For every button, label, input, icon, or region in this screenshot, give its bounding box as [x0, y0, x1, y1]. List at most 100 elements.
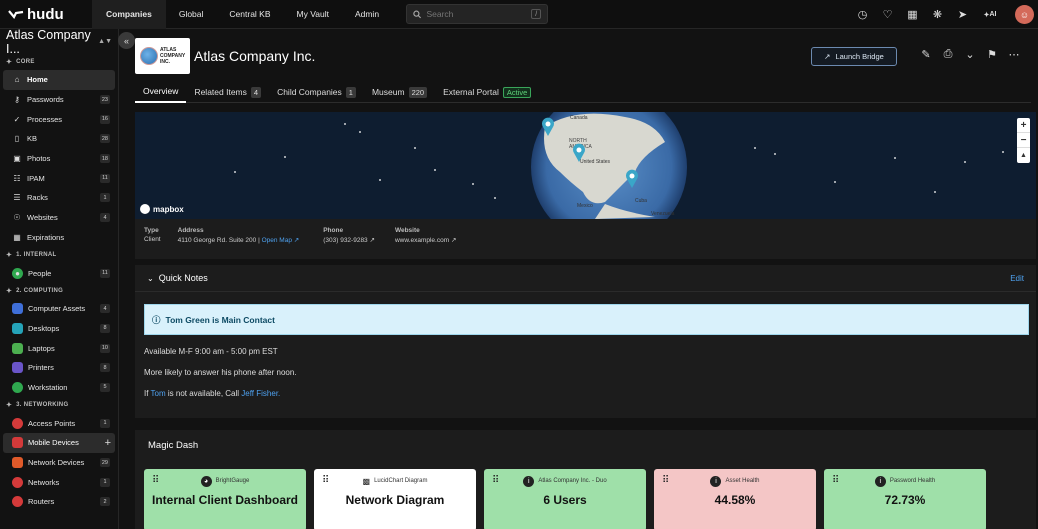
puzzle-icon[interactable]: ❋: [925, 0, 950, 29]
tab-child-companies[interactable]: Child Companies 1: [269, 81, 364, 103]
sidebar-item-printers[interactable]: Printers 8: [3, 358, 115, 378]
sidebar-item-passwords[interactable]: ⚷ Passwords 23: [3, 90, 115, 110]
chevron-down-icon[interactable]: ⌄: [959, 48, 981, 61]
add-icon[interactable]: +: [105, 437, 111, 449]
map-pin-icon[interactable]: [625, 169, 639, 189]
website-link[interactable]: www.example.com ↗: [395, 236, 456, 244]
compass-button[interactable]: ▲: [1017, 148, 1030, 163]
note-text: If: [144, 389, 149, 398]
drag-handle-icon[interactable]: ⠿: [832, 475, 839, 486]
nav-central-kb[interactable]: Central KB: [216, 0, 283, 29]
flag-icon[interactable]: ⚑: [981, 48, 1003, 61]
sidebar-item-label: People: [28, 268, 52, 278]
heart-icon[interactable]: ♡: [875, 0, 900, 29]
drag-handle-icon[interactable]: ⠿: [322, 475, 329, 486]
hudu-logo[interactable]: hudu: [0, 6, 92, 23]
count-badge: 1: [100, 477, 110, 487]
map-label-cuba: Cuba: [635, 198, 647, 204]
search-box[interactable]: /: [406, 4, 548, 24]
dash-card-brightgauge[interactable]: ⠿ ◕ BrightGauge Internal Client Dashboard: [144, 469, 306, 529]
map-pin-icon[interactable]: [572, 143, 586, 163]
chevron-updown-icon: ▲▼: [98, 38, 112, 45]
dash-card-password-health[interactable]: ⠿ i Password Health 72.73%: [824, 469, 986, 529]
sidebar-item-mobile-devices[interactable]: Mobile Devices +: [3, 433, 115, 453]
section-internal: ✦ 1. INTERNAL: [0, 247, 118, 263]
info-icon: i: [874, 475, 886, 487]
company-map[interactable]: Canada NORTH AMERICA United States Mexic…: [135, 112, 1036, 219]
globe-icon: [140, 47, 158, 65]
count-badge: 1: [100, 418, 110, 428]
nav-admin[interactable]: Admin: [342, 0, 392, 29]
user-avatar[interactable]: ☺: [1015, 5, 1034, 24]
collapse-sidebar-button[interactable]: «: [118, 32, 135, 49]
company-switcher-label: Atlas Company I...: [6, 27, 91, 56]
map-pin-icon[interactable]: [541, 117, 555, 137]
sidebar-item-routers[interactable]: Routers 2: [3, 492, 115, 512]
magic-dash-title: Magic Dash: [148, 439, 199, 451]
more-icon[interactable]: ⋯: [1003, 48, 1025, 61]
ai-button[interactable]: ✦ AI: [975, 0, 1005, 29]
dash-card-title: Asset Health: [725, 478, 760, 484]
sidebar-item-expirations[interactable]: ▦ Expirations: [3, 228, 115, 248]
mapbox-label: mapbox: [153, 204, 184, 214]
clock-icon[interactable]: ◷: [850, 0, 875, 29]
tab-related-items[interactable]: Related Items 4: [186, 81, 269, 103]
sidebar-item-websites[interactable]: ☉ Websites 4: [3, 208, 115, 228]
mapbox-attribution[interactable]: mapbox: [140, 204, 184, 214]
sidebar-item-kb[interactable]: ▯ KB 28: [3, 129, 115, 149]
contact-link-jeff[interactable]: Jeff Fisher.: [241, 389, 280, 398]
print-icon[interactable]: ⎙: [937, 48, 959, 61]
nav-companies[interactable]: Companies: [92, 0, 166, 29]
sidebar-item-label: KB: [27, 134, 38, 144]
sidebar-item-photos[interactable]: ▣ Photos 18: [3, 149, 115, 169]
dash-card-value: 44.58%: [714, 493, 756, 507]
open-map-link[interactable]: Open Map ↗: [262, 237, 300, 244]
launch-bridge-button[interactable]: ↗ Launch Bridge: [811, 47, 897, 66]
sidebar-item-networks[interactable]: Networks 1: [3, 472, 115, 492]
dash-card-duo[interactable]: ⠿ i Atlas Company Inc. - Duo 6 Users: [484, 469, 646, 529]
contact-link-tom[interactable]: Tom: [151, 389, 166, 398]
nav-global[interactable]: Global: [166, 0, 217, 29]
send-icon[interactable]: ➤: [950, 0, 975, 29]
sidebar-item-computer-assets[interactable]: Computer Assets 4: [3, 299, 115, 319]
sidebar-item-home[interactable]: ⌂ Home: [3, 70, 115, 90]
tab-external-portal[interactable]: External Portal Active: [435, 81, 539, 103]
sidebar-item-access-points[interactable]: Access Points 1: [3, 413, 115, 433]
hudu-logo-icon: [8, 10, 24, 19]
search-input[interactable]: [426, 9, 527, 19]
tab-overview[interactable]: Overview: [135, 81, 187, 103]
sidebar-item-network-devices[interactable]: Network Devices 29: [3, 453, 115, 473]
ai-label: AI: [989, 11, 997, 18]
dash-card-asset-health[interactable]: ⠿ i Asset Health 44.58%: [654, 469, 816, 529]
count-badge: 18: [99, 154, 110, 164]
check-icon: ✓: [13, 114, 21, 124]
sidebar-item-racks[interactable]: ☰ Racks 1: [3, 188, 115, 208]
dash-card-lucidchart[interactable]: ⠿ ▩ LucidChart Diagram Network Diagram: [314, 469, 476, 529]
tab-museum[interactable]: Museum 220: [364, 81, 435, 103]
phone-link[interactable]: (303) 932-9283 ↗: [323, 236, 375, 244]
edit-icon[interactable]: ✎: [915, 48, 937, 61]
sidebar-item-laptops[interactable]: Laptops 10: [3, 338, 115, 358]
drag-handle-icon[interactable]: ⠿: [662, 475, 669, 486]
edit-notes-link[interactable]: Edit: [1010, 274, 1024, 283]
section-core-label: CORE: [16, 59, 35, 65]
company-switcher[interactable]: Atlas Company I... ▲▼: [0, 27, 118, 56]
sidebar-item-ipam[interactable]: ☷ IPAM 11: [3, 168, 115, 188]
nav-my-vault[interactable]: My Vault: [284, 0, 342, 29]
star-icon: ✦: [6, 59, 13, 66]
quick-notes-header[interactable]: ⌄ Quick Notes Edit: [135, 265, 1036, 292]
star-icon: ✦: [6, 402, 13, 410]
drag-handle-icon[interactable]: ⠿: [152, 475, 159, 486]
sidebar-item-desktops[interactable]: Desktops 8: [3, 319, 115, 339]
sidebar-item-label: Processes: [27, 114, 63, 124]
zoom-in-button[interactable]: +: [1017, 118, 1030, 133]
sidebar-item-label: Websites: [27, 213, 58, 223]
sidebar-item-people[interactable]: ● People 11: [3, 263, 115, 283]
sidebar-item-workstation[interactable]: Workstation 5: [3, 378, 115, 398]
sidebar-item-label: Network Devices: [28, 458, 85, 468]
dash-card-header: ⠿ i Password Health: [824, 469, 986, 493]
zoom-out-button[interactable]: −: [1017, 133, 1030, 148]
calendar-icon[interactable]: ▦: [900, 0, 925, 29]
drag-handle-icon[interactable]: ⠿: [492, 475, 499, 486]
sidebar-item-processes[interactable]: ✓ Processes 16: [3, 109, 115, 129]
